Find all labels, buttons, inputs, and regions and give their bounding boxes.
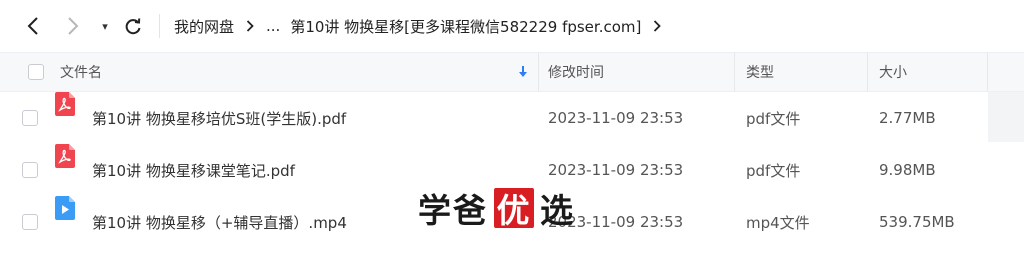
forward-button[interactable] [60,12,86,40]
checkbox-box [22,214,38,230]
file-name[interactable]: 第10讲 物换星移课堂笔记.pdf [92,144,295,196]
file-name[interactable]: 第10讲 物换星移培优S班(学生版).pdf [92,92,346,144]
breadcrumb-separator-icon [246,20,254,32]
row-checkbox[interactable] [22,144,38,196]
watermark-text: 选 [540,191,575,230]
video-icon [55,196,75,220]
refresh-icon [125,18,141,35]
file-modified: 2023-11-09 23:53 [548,109,684,127]
file-type: mp4文件 [746,213,810,232]
row-checkbox[interactable] [22,92,38,144]
chevron-right-icon [68,17,79,35]
column-header-size[interactable]: 大小 [879,53,907,91]
toolbar: ▾ 我的网盘 ... 第10讲 物换星移[更多课程微信582229 fpser.… [0,0,1024,52]
refresh-button[interactable] [120,12,146,40]
checkbox-box [22,110,38,126]
back-button[interactable] [20,12,46,40]
column-divider[interactable] [867,53,868,91]
watermark-text: 学爸 [418,191,488,230]
table-header: 文件名 修改时间 类型 大小 [0,52,1024,92]
breadcrumb-root[interactable]: 我的网盘 [174,16,234,37]
breadcrumb: 我的网盘 ... 第10讲 物换星移[更多课程微信582229 fpser.co… [174,14,673,38]
file-type: pdf文件 [746,161,801,180]
pdf-icon [55,144,75,168]
history-dropdown-button[interactable]: ▾ [96,12,114,40]
column-divider[interactable] [538,53,539,91]
toolbar-divider [159,14,160,38]
checkbox-box [28,64,44,80]
row-checkbox[interactable] [22,196,38,248]
file-name[interactable]: 第10讲 物换星移（+辅导直播）.mp4 [92,196,347,248]
breadcrumb-more-icon[interactable] [653,20,662,32]
file-size: 9.98MB [879,161,936,179]
sort-arrow-down-icon[interactable] [516,65,530,79]
pdf-icon [55,92,75,116]
chevron-left-icon [27,17,38,35]
column-divider[interactable] [734,53,735,91]
column-header-modified[interactable]: 修改时间 [548,53,604,91]
file-size: 539.75MB [879,213,955,231]
select-all-checkbox[interactable] [28,53,44,91]
breadcrumb-current[interactable]: 第10讲 物换星移[更多课程微信582229 fpser.com] [290,16,641,37]
column-divider[interactable] [987,53,988,91]
watermark-logo: 学爸 优 选 [418,186,575,230]
checkbox-box [22,162,38,178]
table-row[interactable]: 第10讲 物换星移培优S班(学生版).pdf 2023-11-09 23:53 … [0,92,1024,144]
file-size: 2.77MB [879,109,936,127]
column-header-name[interactable]: 文件名 [60,53,102,91]
column-header-type[interactable]: 类型 [746,53,774,91]
file-type: pdf文件 [746,109,801,128]
watermark-highlight: 优 [494,188,534,230]
breadcrumb-ellipsis[interactable]: ... [266,17,280,35]
